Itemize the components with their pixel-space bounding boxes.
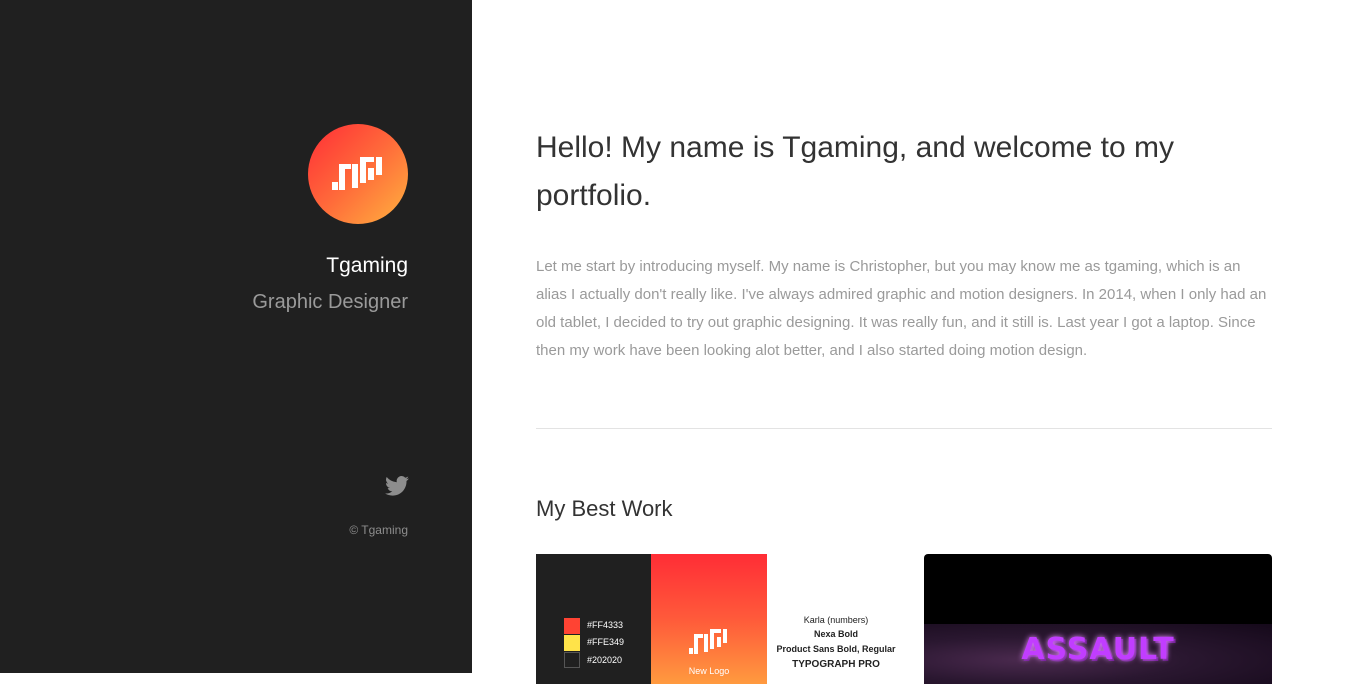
sidebar: Tgaming Graphic Designer © Tgaming bbox=[0, 0, 472, 673]
color-palette: #FF4333 #FFE349 #202020 bbox=[536, 554, 651, 684]
copyright: © Tgaming bbox=[349, 523, 408, 537]
swatch bbox=[564, 652, 580, 668]
artwork-title: ASSAULT bbox=[1021, 632, 1175, 667]
typography-line: TYPOGRAPH PRO bbox=[792, 659, 880, 670]
logo-icon bbox=[332, 157, 382, 190]
typography-line: Karla (numbers) bbox=[803, 615, 869, 625]
profile-role: Graphic Designer bbox=[252, 291, 408, 313]
profile-name: Tgaming bbox=[326, 254, 408, 277]
section-title: My Best Work bbox=[536, 496, 673, 521]
typography-panel: Karla (numbers) Nexa Bold Product Sans B… bbox=[767, 554, 905, 684]
swatch-label: #202020 bbox=[587, 655, 623, 665]
typography-line: Nexa Bold bbox=[813, 629, 858, 639]
intro-title: Hello! My name is Tgaming, and welcome t… bbox=[536, 131, 1175, 212]
main-content: Hello! My name is Tgaming, and welcome t… bbox=[472, 0, 1348, 684]
divider bbox=[536, 428, 1272, 429]
work-card-brand-guide[interactable]: #FF4333 #FFE349 #202020 New Logo Karla (… bbox=[536, 554, 905, 684]
logo-caption: New Logo bbox=[688, 666, 730, 676]
swatch-label: #FFE349 bbox=[587, 637, 625, 647]
swatch bbox=[564, 618, 580, 634]
swatch-label: #FF4333 bbox=[587, 620, 624, 630]
typography-line: Product Sans Bold, Regular bbox=[776, 644, 896, 654]
twitter-icon[interactable] bbox=[385, 476, 409, 496]
swatch bbox=[564, 635, 580, 651]
work-card-assault[interactable]: ASSAULT bbox=[924, 554, 1272, 684]
logo-panel: New Logo bbox=[651, 554, 767, 684]
avatar bbox=[308, 124, 408, 224]
intro-body: Let me start by introducing myself. My n… bbox=[536, 258, 1267, 359]
logo-icon bbox=[689, 629, 727, 654]
